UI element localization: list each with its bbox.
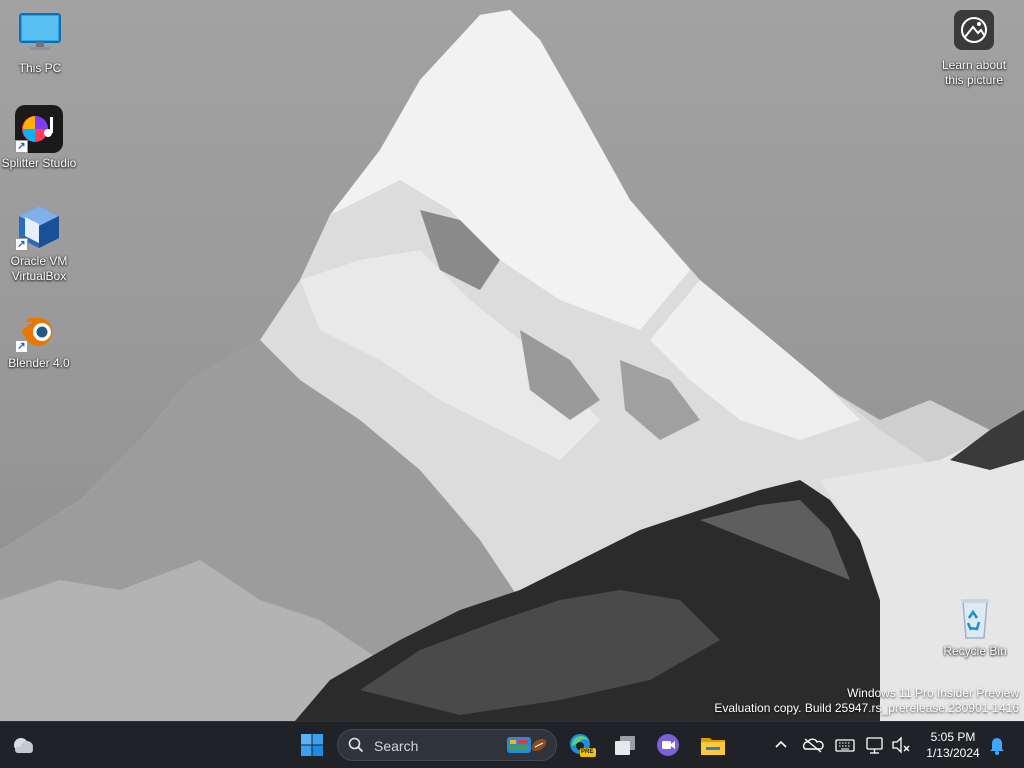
onedrive-tray-button[interactable] [800,729,826,761]
file-explorer-icon [701,738,725,755]
network-tray-button[interactable] [863,729,887,761]
teams-chat-button[interactable] [652,729,684,761]
desktop-icon-label: Learn about this picture [941,58,1007,87]
shortcut-arrow-icon: ↗ [15,340,28,353]
weather-widget-button[interactable] [7,729,39,761]
blender-icon: ↗ [15,305,63,353]
task-view-icon [615,736,635,755]
monitor-icon [16,10,64,58]
search-icon [348,737,364,753]
mountain-wallpaper [0,10,1024,721]
search-highlight-icon [507,737,547,753]
desktop-icon-this-pc[interactable]: This PC [0,10,80,76]
keyboard-tray-button[interactable] [832,729,858,761]
desktop-icon-learn-about-picture[interactable]: Learn about this picture [934,10,1014,88]
file-explorer-button[interactable] [697,729,729,761]
watermark-line-1: Windows 11 Pro Insider Preview [847,686,1019,700]
desktop-icon-label: Blender 4.0 [8,356,70,370]
volume-tray-button[interactable] [889,729,913,761]
network-icon [866,737,883,754]
search-box[interactable]: Search [337,729,557,761]
keyboard-icon [835,739,855,752]
desktop-icon-virtualbox[interactable]: ↗ Oracle VM VirtualBox [0,203,79,284]
desktop-icon-label: Recycle Bin [943,644,1007,658]
show-hidden-icons-button[interactable] [768,729,794,761]
chevron-up-icon [775,740,787,748]
desktop-icon-label: This PC [18,61,62,75]
shortcut-arrow-icon: ↗ [15,238,28,251]
watermark-line-2: Evaluation copy. Build 25947.rs_prerelea… [714,701,1019,715]
taskbar: Search PRE 5:05 PM 1/13/2024 [0,721,1024,768]
desktop-icon-recycle-bin[interactable]: Recycle Bin [935,596,1015,659]
splitter-studio-icon: ↗ [15,105,63,153]
desktop[interactable]: This PC ↗ Splitter Studio ↗ Oracle VM Vi… [0,0,1024,721]
start-button[interactable] [296,729,328,761]
onedrive-icon [802,738,824,753]
start-icon [301,734,323,756]
shortcut-arrow-icon: ↗ [15,140,28,153]
clock-button[interactable]: 5:05 PM 1/13/2024 [918,728,988,764]
edge-icon [570,734,596,757]
notifications-button[interactable] [986,729,1008,761]
search-label: Search [374,738,419,754]
clock-time: 5:05 PM [930,730,976,744]
edge-pre-badge: PRE [581,749,594,755]
virtualbox-icon: ↗ [15,203,63,251]
clock-date: 1/13/2024 [926,746,980,760]
volume-muted-icon [892,736,910,754]
teams-icon [657,734,679,756]
cloud-icon [14,738,33,753]
camera-icon [954,10,994,50]
desktop-icon-label: Splitter Studio [1,156,77,170]
desktop-icon-blender[interactable]: ↗ Blender 4.0 [0,305,79,371]
desktop-icon-splitter-studio[interactable]: ↗ Splitter Studio [0,105,79,171]
task-view-button[interactable] [609,729,641,761]
desktop-icon-label: Oracle VM VirtualBox [10,254,68,283]
edge-taskbar-button[interactable]: PRE [565,729,597,761]
recycle-bin-icon [951,596,999,640]
notification-icon [990,738,1004,755]
